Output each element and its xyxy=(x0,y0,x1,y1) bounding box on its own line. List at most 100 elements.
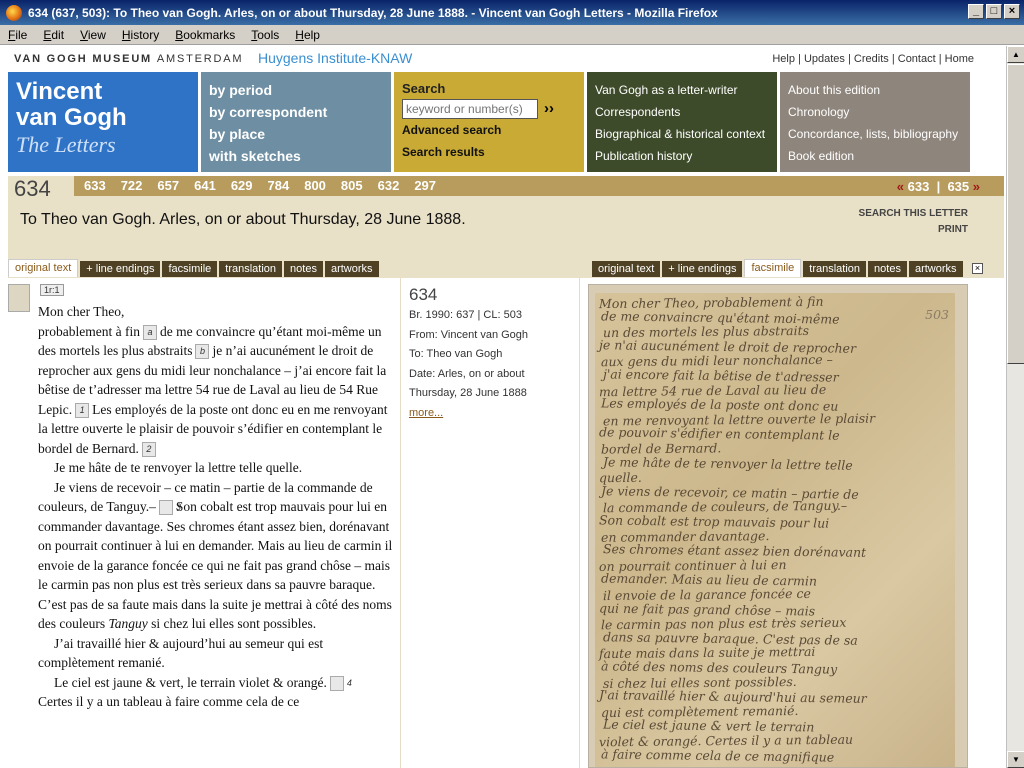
close-button[interactable]: × xyxy=(1004,4,1020,19)
search-go-button[interactable]: ›› xyxy=(544,100,554,117)
related-letter-link[interactable]: 297 xyxy=(414,178,436,193)
menu-tools[interactable]: Tools xyxy=(243,28,287,42)
help-link[interactable]: Help xyxy=(772,53,795,65)
nav-correspondents[interactable]: Correspondents xyxy=(595,101,769,123)
tab-facsimile[interactable]: facsimile xyxy=(162,261,218,277)
museum-logo[interactable]: VAN GOGH MUSEUM AMSTERDAM xyxy=(14,53,243,65)
nav-with-sketches[interactable]: with sketches xyxy=(209,145,383,167)
letter-paragraph: probablement à fin a de me convaincre qu’é… xyxy=(38,323,388,457)
updates-link[interactable]: Updates xyxy=(804,53,845,65)
nav-bio-context[interactable]: Biographical & historical context xyxy=(595,123,769,145)
brand-box[interactable]: Vincent van Gogh The Letters xyxy=(8,72,198,172)
related-letter-link[interactable]: 784 xyxy=(268,178,290,193)
meta-date: Date: Arles, on or about xyxy=(409,367,525,380)
tab-facsimile[interactable]: facsimile xyxy=(744,259,802,277)
note-marker[interactable]: a xyxy=(142,324,157,340)
scroll-up-icon[interactable]: ▲ xyxy=(1007,46,1024,63)
close-panel-icon[interactable]: × xyxy=(972,263,983,274)
letter-text: Mon cher Theo, probablement à fin a de me … xyxy=(38,302,398,712)
nav-by-place[interactable]: by place xyxy=(209,123,383,145)
tab-translation[interactable]: translation xyxy=(219,261,283,277)
note-marker[interactable]: 2 xyxy=(141,441,156,457)
menu-view[interactable]: View xyxy=(72,28,114,42)
site-header: VAN GOGH MUSEUM AMSTERDAM Huygens Instit… xyxy=(14,50,994,68)
next-letter-link[interactable]: 635 xyxy=(947,179,969,194)
nav-book-edition[interactable]: Book edition xyxy=(788,145,962,167)
nav-letter-writer[interactable]: Van Gogh as a letter-writer xyxy=(595,79,769,101)
page-thumbnail[interactable] xyxy=(8,284,30,312)
more-link[interactable]: more... xyxy=(409,404,571,424)
browse-nav: by period by correspondent by place with… xyxy=(201,72,391,172)
note-marker[interactable]: 1 xyxy=(75,402,90,418)
prev-letter-link[interactable]: 633 xyxy=(908,179,930,194)
museum-name: VAN GOGH MUSEUM xyxy=(14,53,153,65)
meta-from: From: Vincent van Gogh xyxy=(409,328,529,341)
facsimile-image[interactable]: Mon cher Theo, probablement à fin de me c… xyxy=(595,293,955,767)
related-letter-link[interactable]: 657 xyxy=(157,178,179,193)
menu-bookmarks[interactable]: Bookmarks xyxy=(167,28,243,42)
note-marker[interactable]: 4 xyxy=(329,675,352,691)
brand-line-3: The Letters xyxy=(16,132,116,157)
edition-nav: About this edition Chronology Concordanc… xyxy=(780,72,970,172)
tab-line-endings[interactable]: + line endings xyxy=(80,261,161,277)
search-input[interactable] xyxy=(402,99,538,119)
huygens-logo[interactable]: Huygens Institute-KNAW xyxy=(258,50,412,66)
meta-date-cont: Thursday, 28 June 1888 xyxy=(409,387,527,399)
search-results-link[interactable]: Search results xyxy=(402,141,576,163)
tab-notes[interactable]: notes xyxy=(284,261,323,277)
meta-number: 634 xyxy=(409,285,438,304)
credits-link[interactable]: Credits xyxy=(854,53,889,65)
menu-help[interactable]: Help xyxy=(287,28,328,42)
scroll-down-icon[interactable]: ▼ xyxy=(1007,751,1024,768)
tab-notes[interactable]: notes xyxy=(868,261,907,277)
page-marker[interactable]: 1r:1 xyxy=(40,284,64,296)
related-letter-link[interactable]: 800 xyxy=(304,178,326,193)
related-letter-link[interactable]: 633 xyxy=(84,178,106,193)
home-link[interactable]: Home xyxy=(945,53,974,65)
letter-paragraph: J’ai travaillé hier & aujourd’hui au sem… xyxy=(38,635,324,671)
nav-about-edition[interactable]: About this edition xyxy=(788,79,962,101)
advanced-search-link[interactable]: Advanced search xyxy=(402,119,576,141)
menu-bar: File Edit View History Bookmarks Tools H… xyxy=(0,25,1024,45)
menu-edit[interactable]: Edit xyxy=(35,28,72,42)
tab-line-endings[interactable]: + line endings xyxy=(662,261,743,277)
note-marker[interactable]: 3 xyxy=(158,500,181,516)
contact-link[interactable]: Contact xyxy=(898,53,936,65)
museum-city: AMSTERDAM xyxy=(156,53,244,65)
tab-original-text[interactable]: original text xyxy=(592,261,661,277)
window-title: 634 (637, 503): To Theo van Gogh. Arles,… xyxy=(28,5,718,20)
search-box: Search ›› Advanced search Search results xyxy=(394,72,584,172)
tab-original-text[interactable]: original text xyxy=(8,259,79,277)
meta-to: To: Theo van Gogh xyxy=(409,348,503,360)
related-letter-link[interactable]: 805 xyxy=(341,178,363,193)
letter-title: To Theo van Gogh. Arles, on or about Thu… xyxy=(20,211,466,228)
nav-concordance[interactable]: Concordance, lists, bibliography xyxy=(788,123,962,145)
menu-history[interactable]: History xyxy=(114,28,167,42)
vertical-scrollbar[interactable]: ▲ ▼ xyxy=(1006,46,1024,768)
related-letter-link[interactable]: 722 xyxy=(121,178,143,193)
tab-artworks[interactable]: artworks xyxy=(324,261,379,277)
related-letter-link[interactable]: 632 xyxy=(378,178,400,193)
nav-chronology[interactable]: Chronology xyxy=(788,101,962,123)
related-letter-link[interactable]: 629 xyxy=(231,178,253,193)
note-marker[interactable]: b xyxy=(195,344,210,360)
nav-publication-history[interactable]: Publication history xyxy=(595,145,769,167)
menu-file[interactable]: File xyxy=(0,28,35,42)
facsimile-panel: Mon cher Theo, probablement à fin de me c… xyxy=(588,284,968,768)
prev-arrow[interactable]: « xyxy=(897,179,904,194)
minimize-button[interactable]: _ xyxy=(968,4,984,19)
print-link[interactable]: PRINT xyxy=(859,222,968,238)
scroll-thumb[interactable] xyxy=(1007,64,1024,364)
tab-translation[interactable]: translation xyxy=(803,261,867,277)
nav-by-period[interactable]: by period xyxy=(209,79,383,101)
next-arrow[interactable]: » xyxy=(973,179,980,194)
tab-artworks[interactable]: artworks xyxy=(908,261,963,277)
related-letter-link[interactable]: 641 xyxy=(194,178,216,193)
maximize-button[interactable]: □ xyxy=(986,4,1002,19)
search-this-letter-link[interactable]: SEARCH THIS LETTER xyxy=(859,206,968,222)
nav-by-correspondent[interactable]: by correspondent xyxy=(209,101,383,123)
top-links: Help | Updates | Credits | Contact | Hom… xyxy=(772,53,974,65)
related-letters: 633 722 657 641 629 784 800 805 632 297 xyxy=(84,178,436,193)
letter-metadata: 634 Br. 1990: 637 | CL: 503 From: Vincen… xyxy=(400,278,580,768)
letter-paragraph: Le ciel est jaune & vert, le terrain vio… xyxy=(54,674,352,691)
